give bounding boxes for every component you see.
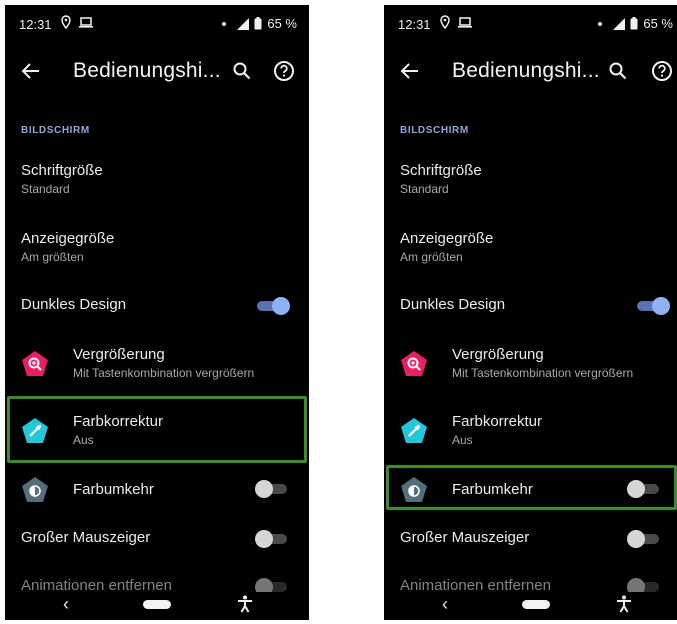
app-bar: Bedienungshi...	[5, 50, 309, 96]
setting-grosser-mauszeiger[interactable]: Großer Mauszeiger	[5, 529, 309, 551]
setting-schriftgroesse[interactable]: Schriftgröße Standard	[5, 162, 309, 202]
laptop-icon	[79, 17, 93, 28]
accessibility-icon[interactable]	[616, 595, 632, 613]
phone-screen-right: 12:31 65 % Bedienungshi... BILDSCHIRM Sc…	[384, 5, 677, 620]
page-title: Bedienungshi...	[452, 59, 600, 82]
navigation-bar: ‹	[384, 592, 677, 620]
battery-percent: 65 %	[643, 16, 673, 31]
setting-title: Großer Mauszeiger	[21, 529, 151, 546]
location-icon	[61, 15, 71, 29]
setting-vergroesserung[interactable]: Vergrößerung Mit Tastenkombination vergrö…	[5, 346, 309, 386]
invert-colors-icon	[22, 477, 48, 502]
search-icon[interactable]	[609, 62, 627, 80]
setting-title: Großer Mauszeiger	[400, 529, 530, 546]
phone-screen-left: 12:31 65 % Bedienungshi... BILDSCHIRM Sc…	[5, 5, 309, 620]
setting-title: Schriftgröße	[400, 162, 482, 179]
setting-subtitle: Am größten	[21, 250, 84, 264]
battery-icon	[254, 17, 262, 30]
status-time: 12:31	[398, 17, 431, 32]
grosser-mauszeiger-toggle[interactable]	[255, 529, 291, 549]
back-arrow-icon[interactable]	[400, 61, 420, 81]
grosser-mauszeiger-toggle[interactable]	[627, 529, 663, 549]
setting-title: Farbkorrektur	[452, 413, 543, 430]
help-icon[interactable]	[273, 60, 295, 82]
setting-dunkles-design[interactable]: Dunkles Design	[384, 296, 677, 318]
setting-farbumkehr[interactable]: Farbumkehr	[5, 477, 309, 507]
laptop-icon	[458, 17, 472, 28]
setting-subtitle: Mit Tastenkombination vergrößern	[73, 366, 255, 380]
setting-title: Vergrößerung	[452, 346, 544, 363]
status-bar: 12:31 65 %	[384, 5, 677, 41]
help-icon[interactable]	[651, 60, 673, 82]
setting-subtitle: Standard	[21, 182, 70, 196]
magnify-icon	[22, 351, 48, 376]
color-dropper-icon	[401, 418, 427, 443]
section-label-bildschirm: BILDSCHIRM	[400, 125, 469, 136]
setting-grosser-mauszeiger[interactable]: Großer Mauszeiger	[384, 529, 677, 551]
setting-title: Dunkles Design	[400, 296, 506, 313]
setting-title: Vergrößerung	[73, 346, 165, 363]
page-title: Bedienungshi...	[73, 59, 221, 82]
highlight-box	[386, 465, 677, 510]
nav-home-pill[interactable]	[143, 600, 171, 609]
setting-subtitle: Aus	[452, 433, 473, 447]
battery-icon	[630, 17, 638, 30]
search-icon[interactable]	[233, 62, 251, 80]
location-icon	[440, 15, 450, 29]
nav-back-icon[interactable]: ‹	[442, 594, 448, 615]
setting-vergroesserung[interactable]: Vergrößerung Mit Tastenkombination vergrö…	[384, 346, 677, 386]
nav-back-icon[interactable]: ‹	[63, 594, 69, 615]
status-bar: 12:31 65 %	[5, 5, 309, 41]
notification-dot-icon	[598, 21, 603, 26]
dunkles-design-toggle[interactable]	[255, 296, 291, 316]
accessibility-icon[interactable]	[237, 595, 253, 613]
magnify-icon	[401, 351, 427, 376]
setting-title: Farbumkehr	[73, 481, 154, 498]
setting-dunkles-design[interactable]: Dunkles Design	[5, 296, 309, 318]
setting-title: Anzeigegröße	[21, 230, 115, 247]
setting-subtitle: Standard	[400, 182, 449, 196]
nav-home-pill[interactable]	[522, 600, 550, 609]
setting-subtitle: Mit Tastenkombination vergrößern	[452, 366, 634, 380]
signal-icon	[613, 17, 626, 30]
navigation-bar: ‹	[5, 592, 309, 620]
setting-title: Dunkles Design	[21, 296, 127, 313]
setting-title: Schriftgröße	[21, 162, 103, 179]
farbumkehr-toggle[interactable]	[255, 479, 291, 499]
back-arrow-icon[interactable]	[21, 61, 41, 81]
dunkles-design-toggle[interactable]	[635, 296, 671, 316]
setting-anzeigegroesse[interactable]: Anzeigegröße Am größten	[5, 230, 309, 270]
setting-subtitle: Am größten	[400, 250, 463, 264]
battery-percent: 65 %	[267, 16, 297, 31]
setting-farbkorrektur[interactable]: Farbkorrektur Aus	[384, 413, 677, 453]
setting-title: Anzeigegröße	[400, 230, 494, 247]
signal-icon	[237, 17, 250, 30]
setting-anzeigegroesse[interactable]: Anzeigegröße Am größten	[384, 230, 677, 270]
setting-schriftgroesse[interactable]: Schriftgröße Standard	[384, 162, 677, 202]
status-time: 12:31	[19, 17, 52, 32]
notification-dot-icon	[222, 21, 227, 26]
highlight-box	[7, 396, 307, 463]
app-bar: Bedienungshi...	[384, 50, 677, 96]
section-label-bildschirm: BILDSCHIRM	[21, 125, 90, 136]
